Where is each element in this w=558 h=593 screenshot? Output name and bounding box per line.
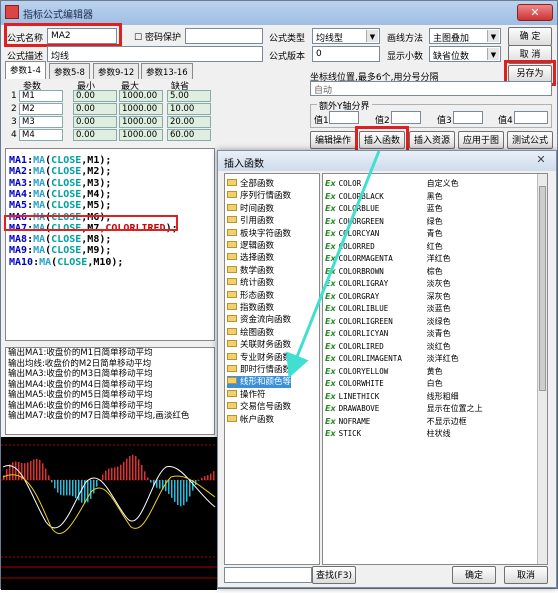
annotation-arrow-layer	[1, 1, 558, 590]
arrow	[293, 151, 379, 367]
formula-editor-window: 指标公式编辑器 ✕ 公式名称 MA2 ☐ 密码保护 公式类型 均线型▼ 画线方法…	[0, 0, 558, 589]
